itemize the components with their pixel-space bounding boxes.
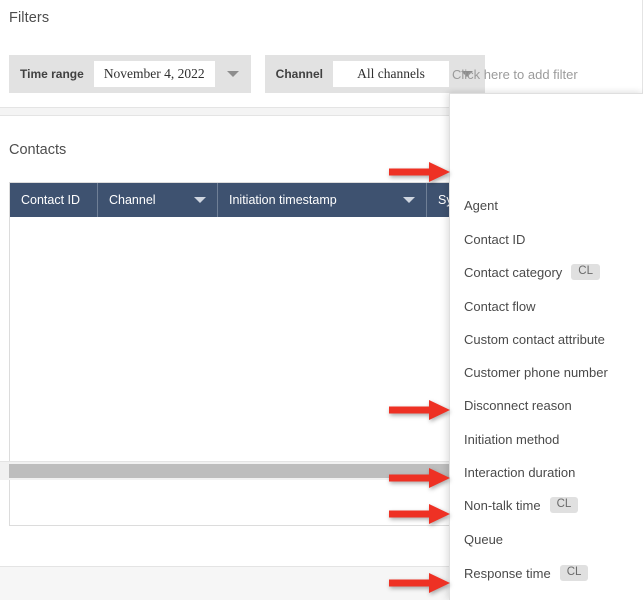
dropdown-item-label: Queue — [464, 532, 503, 547]
chevron-down-icon[interactable] — [215, 71, 251, 77]
arrow-response-time — [389, 467, 451, 489]
dropdown-item-queue[interactable]: Queue — [464, 528, 503, 550]
dropdown-item-label: Contact ID — [464, 232, 525, 247]
dropdown-item-label: Agent — [464, 198, 498, 213]
arrow-sentiment-score — [389, 503, 451, 525]
column-header-channel[interactable]: Channel — [98, 183, 218, 217]
dropdown-item-contact-flow[interactable]: Contact flow — [464, 295, 536, 317]
column-header-initiation-timestamp[interactable]: Initiation timestamp — [218, 183, 427, 217]
arrow-words-or-phrases — [389, 572, 451, 594]
dropdown-item-label: Response time — [464, 566, 551, 581]
column-header-contact-id[interactable]: Contact ID — [10, 183, 98, 217]
filter-chip-time-range-label: Time range — [20, 67, 84, 81]
filter-chip-time-range[interactable]: Time range November 4, 2022 — [9, 55, 251, 93]
arrow-contact-category — [389, 161, 451, 183]
dropdown-item-disconnect-reason[interactable]: Disconnect reason — [464, 394, 572, 416]
contact-lens-badge: CL — [550, 497, 579, 514]
chevron-down-icon[interactable] — [178, 197, 206, 203]
dropdown-item-non-talk-time[interactable]: Non-talk time CL — [464, 494, 578, 516]
dropdown-item-label: Contact flow — [464, 299, 536, 314]
column-header-label: Initiation timestamp — [229, 193, 337, 207]
dropdown-item-label: Contact category — [464, 265, 562, 280]
time-range-value-input[interactable]: November 4, 2022 — [94, 61, 215, 87]
dropdown-item-label: Customer phone number — [464, 365, 608, 380]
dropdown-item-label: Interaction duration — [464, 465, 575, 480]
contact-lens-badge: CL — [560, 565, 589, 582]
arrow-non-talk-time — [389, 399, 451, 421]
dropdown-item-initiation-method[interactable]: Initiation method — [464, 428, 559, 450]
dropdown-item-contact-category[interactable]: Contact category CL — [464, 261, 600, 283]
dropdown-item-label: Disconnect reason — [464, 398, 572, 413]
filter-chip-channel-label: Channel — [276, 67, 323, 81]
dropdown-item-custom-contact-attribute[interactable]: Custom contact attribute — [464, 328, 605, 350]
dropdown-item-customer-phone-number[interactable]: Customer phone number — [464, 361, 608, 383]
dropdown-item-label: Custom contact attribute — [464, 332, 605, 347]
dropdown-item-label: Initiation method — [464, 432, 559, 447]
column-header-label: Channel — [109, 193, 156, 207]
filters-title: Filters — [9, 10, 49, 26]
chevron-down-icon[interactable] — [387, 197, 415, 203]
filters-card: Filters Time range November 4, 2022 Chan… — [0, 0, 643, 107]
dropdown-item-response-time[interactable]: Response time CL — [464, 562, 588, 584]
contact-search-screen: Filters Time range November 4, 2022 Chan… — [0, 0, 643, 600]
dropdown-item-contact-id[interactable]: Contact ID — [464, 228, 525, 250]
filter-attribute-dropdown: Agent Contact ID Contact category CL Con… — [449, 93, 643, 600]
dropdown-item-agent[interactable]: Agent — [464, 194, 498, 216]
contact-lens-badge: CL — [571, 264, 600, 281]
filter-chip-row: Time range November 4, 2022 Channel All … — [9, 55, 499, 93]
column-header-label: Contact ID — [21, 193, 80, 207]
channel-value-input[interactable]: All channels — [333, 61, 449, 87]
contacts-title: Contacts — [9, 142, 66, 158]
add-filter-input[interactable]: Click here to add filter — [452, 67, 578, 82]
dropdown-item-interaction-duration[interactable]: Interaction duration — [464, 461, 575, 483]
dropdown-item-label: Non-talk time — [464, 498, 541, 513]
